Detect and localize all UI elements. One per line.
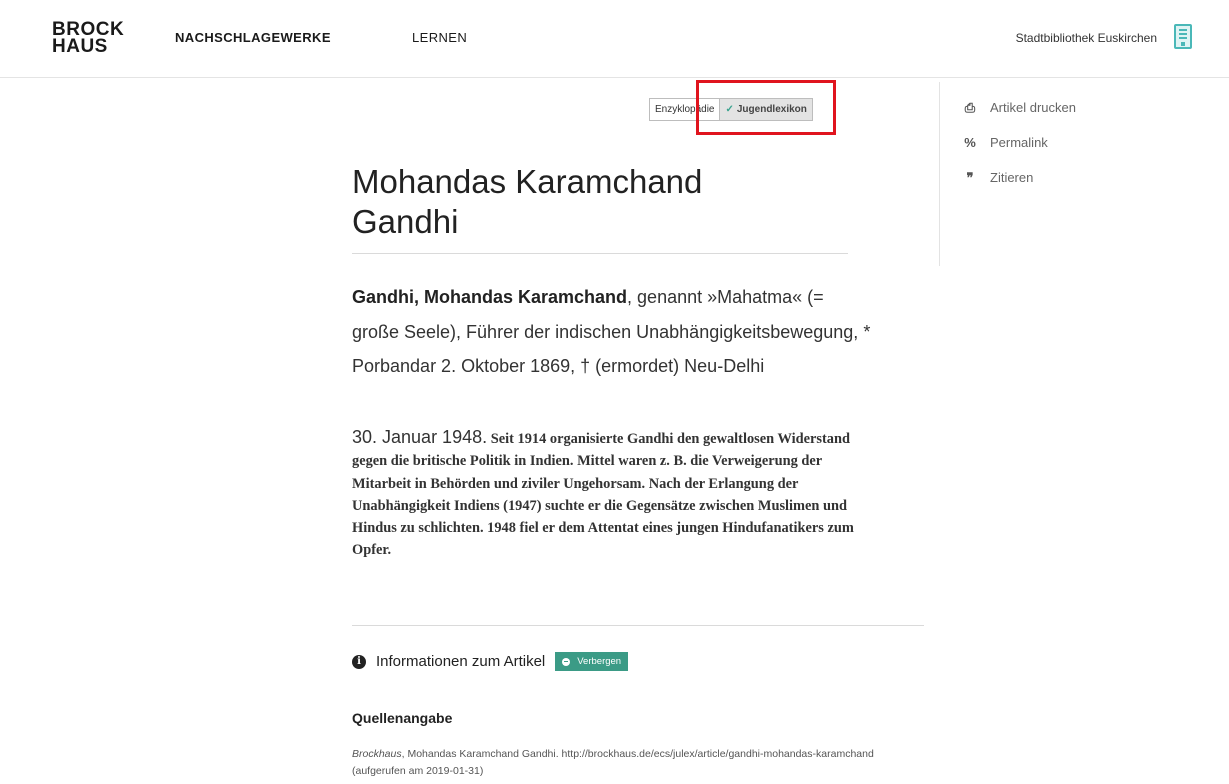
- toggle-jugendlexikon[interactable]: ✓ Jugendlexikon: [719, 99, 812, 120]
- lead-date: 30. Januar 1948.: [352, 427, 488, 447]
- article-body: 30. Januar 1948. Seit 1914 organisierte …: [352, 426, 872, 562]
- content-divider: [352, 625, 924, 626]
- lead-headword: Gandhi, Mohandas Karamchand: [352, 287, 628, 307]
- article-title: Mohandas Karamchand Gandhi: [352, 163, 703, 240]
- article-actions-sidebar: ⎙ Artikel drucken % Permalink ❞ Zitieren: [939, 82, 1139, 266]
- sources-citation[interactable]: Brockhaus, Mohandas Karamchand Gandhi. h…: [352, 746, 912, 780]
- check-icon: ✓: [725, 104, 734, 115]
- permalink-link[interactable]: % Permalink: [962, 135, 1048, 150]
- minus-circle-icon: [562, 657, 571, 666]
- lexicon-toggle: Enzyklopädie ✓ Jugendlexikon: [649, 98, 813, 121]
- cite-link[interactable]: ❞ Zitieren: [962, 170, 1034, 186]
- toggle-enzyklopaedie[interactable]: Enzyklopädie: [650, 99, 720, 120]
- library-building-icon[interactable]: [1174, 24, 1192, 49]
- body-text: Seit 1914 organisierte Gandhi den gewalt…: [352, 431, 854, 559]
- citation-publisher: Brockhaus: [352, 748, 402, 760]
- nav-lernen[interactable]: LERNEN: [412, 30, 467, 45]
- article-info-row: i Informationen zum Artikel Verbergen: [352, 652, 629, 671]
- nav-nachschlagewerke[interactable]: NACHSCHLAGEWERKE: [175, 30, 331, 45]
- quote-icon: ❞: [966, 170, 974, 185]
- article-lead: Gandhi, Mohandas Karamchand, genannt »Ma…: [352, 280, 872, 384]
- permalink-label: Permalink: [990, 135, 1048, 150]
- sources-heading: Quellenangabe: [352, 710, 453, 726]
- brockhaus-logo[interactable]: BROCK HAUS: [52, 20, 124, 57]
- title-divider: [352, 253, 848, 254]
- toggle-jugendlexikon-label: Jugendlexikon: [736, 104, 807, 115]
- hide-info-button[interactable]: Verbergen: [555, 652, 629, 671]
- info-label: Informationen zum Artikel: [376, 653, 546, 670]
- print-article-link[interactable]: ⎙ Artikel drucken: [962, 100, 1076, 116]
- print-label: Artikel drucken: [990, 100, 1076, 115]
- library-name[interactable]: Stadtbibliothek Euskirchen: [1016, 31, 1157, 45]
- link-icon: %: [964, 135, 976, 150]
- top-header: BROCK HAUS NACHSCHLAGEWERKE LERNEN Stadt…: [0, 0, 1229, 78]
- logo-line-2: HAUS: [52, 36, 108, 57]
- citation-text: , Mohandas Karamchand Gandhi. http://bro…: [352, 748, 874, 777]
- printer-icon: ⎙: [964, 100, 976, 115]
- info-icon: i: [352, 654, 366, 669]
- cite-label: Zitieren: [990, 170, 1034, 185]
- hide-button-label: Verbergen: [577, 656, 622, 667]
